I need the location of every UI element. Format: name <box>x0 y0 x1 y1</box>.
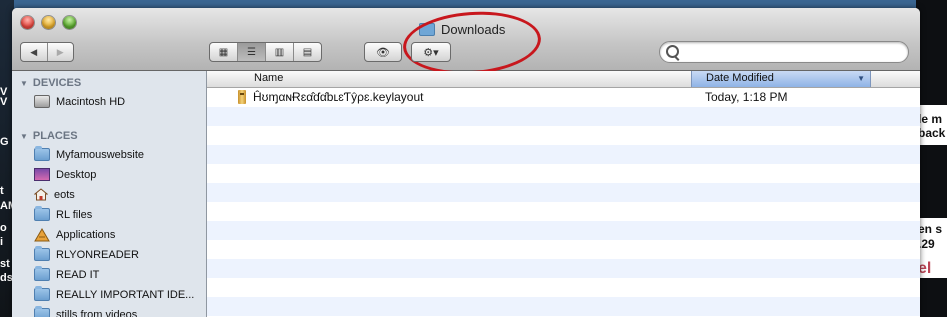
search-icon <box>666 45 679 58</box>
empty-row <box>207 107 920 126</box>
empty-row <box>207 202 920 221</box>
disclosure-triangle-icon[interactable]: ▼ <box>20 132 28 141</box>
file-rows: ĤʊɱαɴɌɛα̂ɗα̂bʟɛƬŷρɛ.keylayout Today, 1:1… <box>207 88 920 316</box>
column-view-button[interactable]: ▥ <box>265 43 293 61</box>
bg-text: G <box>0 136 9 148</box>
bg-text: V <box>0 96 8 108</box>
folder-icon <box>34 306 50 317</box>
sidebar-item-eots[interactable]: eots <box>34 185 75 204</box>
hard-drive-icon <box>34 95 50 108</box>
back-forward-group: ◀ ▶ <box>20 42 74 62</box>
eye-icon: 👁 <box>376 46 390 59</box>
sidebar-item-label: Applications <box>56 228 116 241</box>
folder-icon <box>34 146 50 161</box>
columns-icon: ▥ <box>274 46 285 58</box>
sidebar-item-label: eots <box>54 188 75 201</box>
sort-descending-icon: ▼ <box>857 74 865 83</box>
places-header-label: PLACES <box>32 130 78 142</box>
sidebar-item-label: RLYONREADER <box>56 248 139 261</box>
disclosure-triangle-icon[interactable]: ▼ <box>20 79 28 88</box>
home-icon <box>34 188 48 201</box>
bg-text: t <box>0 185 4 197</box>
bg-text: .29 <box>918 237 935 251</box>
action-menu-button[interactable]: ⚙▾ <box>411 42 451 62</box>
bg-text: ds <box>0 272 13 284</box>
column-header-name[interactable]: Name <box>254 72 283 84</box>
sidebar-item-label: REALLY IMPORTANT IDE... <box>56 288 195 301</box>
view-mode-group: ▦ ☰ ▥ ▤ <box>209 42 322 62</box>
folder-icon <box>34 266 50 281</box>
bg-text: o <box>0 222 7 234</box>
keylayout-file-icon <box>238 90 246 104</box>
sidebar: ▼ DEVICES Macintosh HD ▼ PLACES Myfamous… <box>12 71 207 317</box>
sidebar-item-stills-from-videos[interactable]: stills from videos <box>34 305 137 317</box>
sidebar-item-really-important-ideas[interactable]: REALLY IMPORTANT IDE... <box>34 285 194 304</box>
cover-flow-button[interactable]: ▤ <box>293 43 321 61</box>
sidebar-item-label: Desktop <box>56 168 97 181</box>
bg-text: le m <box>918 112 943 126</box>
file-name: ĤʊɱαɴɌɛα̂ɗα̂bʟɛƬŷρɛ.keylayout <box>253 90 424 104</box>
empty-row <box>207 183 920 202</box>
folder-icon <box>34 286 50 301</box>
grid-icon: ▦ <box>218 46 229 58</box>
sidebar-item-rlyonreader[interactable]: RLYONREADER <box>34 245 139 264</box>
file-list: Name Date Modified ▼ ĤʊɱαɴɌɛα̂ɗα̂bʟɛƬŷρɛ… <box>207 71 920 317</box>
back-button[interactable]: ◀ <box>21 43 47 61</box>
quick-look-button[interactable]: 👁 <box>364 42 402 62</box>
sidebar-item-label: Macintosh HD <box>56 95 126 108</box>
empty-row <box>207 126 920 145</box>
list-icon: ☰ <box>247 46 256 58</box>
zoom-button[interactable] <box>63 16 76 29</box>
close-button[interactable] <box>21 16 34 29</box>
toolbar: Downloads ◀ ▶ ▦ ☰ ▥ ▤ 👁 ⚙▾ <box>12 8 920 79</box>
devices-header-label: DEVICES <box>32 77 82 89</box>
gear-icon: ⚙▾ <box>423 46 439 59</box>
places-header[interactable]: ▼ PLACES <box>20 130 78 142</box>
bg-text: i <box>0 236 4 248</box>
empty-row <box>207 221 920 240</box>
sidebar-item-desktop[interactable]: Desktop <box>34 165 96 184</box>
empty-row <box>207 278 920 297</box>
list-view-button[interactable]: ☰ <box>237 43 265 61</box>
bg-text: en s <box>918 222 943 236</box>
column-header-label: Date Modified <box>706 72 774 84</box>
finder-window: Downloads ◀ ▶ ▦ ☰ ▥ ▤ 👁 ⚙▾ ▼ DEVICES Mac… <box>12 8 920 317</box>
empty-row <box>207 164 920 183</box>
column-header-bar: Name Date Modified ▼ <box>207 71 920 88</box>
sidebar-item-macintosh-hd[interactable]: Macintosh HD <box>34 92 125 111</box>
desktop-icon <box>34 168 50 181</box>
icon-view-button[interactable]: ▦ <box>210 43 237 61</box>
sidebar-item-label: stills from videos <box>56 308 138 317</box>
empty-row <box>207 297 920 316</box>
sidebar-item-label: Myfamouswebsite <box>56 148 145 161</box>
sidebar-item-read-it[interactable]: READ IT <box>34 265 99 284</box>
table-row[interactable]: ĤʊɱαɴɌɛα̂ɗα̂bʟɛƬŷρɛ.keylayout Today, 1:1… <box>207 88 920 107</box>
sidebar-item-label: READ IT <box>56 268 100 281</box>
background-right-strip: le m back en s .29 el <box>916 0 947 317</box>
file-date: Today, 1:18 PM <box>705 90 788 104</box>
sidebar-item-myfamouswebsite[interactable]: Myfamouswebsite <box>34 145 144 164</box>
minimize-button[interactable] <box>42 16 55 29</box>
empty-row <box>207 240 920 259</box>
forward-button[interactable]: ▶ <box>46 43 74 61</box>
sidebar-item-applications[interactable]: Applications <box>34 225 115 244</box>
applications-icon <box>34 227 50 241</box>
search-field[interactable] <box>659 41 909 63</box>
sidebar-item-label: RL files <box>56 208 93 221</box>
bg-text: st <box>0 258 10 270</box>
folder-icon <box>34 206 50 221</box>
empty-row <box>207 145 920 164</box>
folder-icon <box>34 246 50 261</box>
sidebar-item-rl-files[interactable]: RL files <box>34 205 92 224</box>
empty-row <box>207 259 920 278</box>
bg-text: back <box>918 126 946 140</box>
bg-text: el <box>918 260 932 277</box>
devices-header[interactable]: ▼ DEVICES <box>20 77 81 89</box>
cover-flow-icon: ▤ <box>302 46 313 58</box>
column-header-date-modified[interactable]: Date Modified ▼ <box>691 71 871 87</box>
